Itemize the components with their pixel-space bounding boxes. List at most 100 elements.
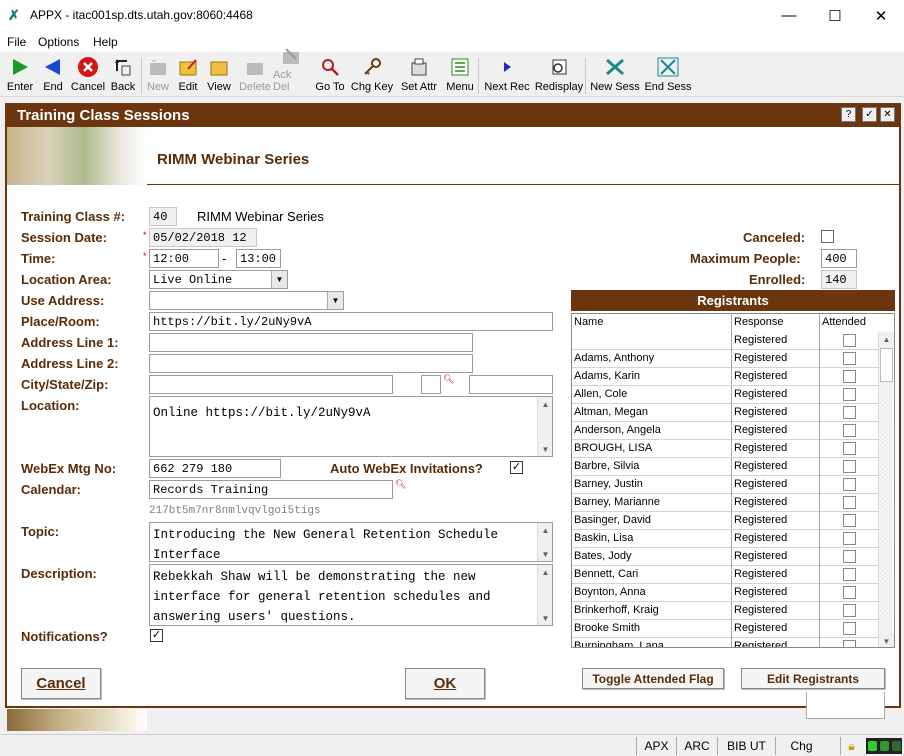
attended-checkbox[interactable]	[843, 604, 856, 617]
table-row[interactable]: Anderson, Angela Registered	[572, 422, 878, 440]
use-address-select[interactable]: ▼	[149, 291, 344, 310]
table-row[interactable]: Bennett, Cari Registered	[572, 566, 878, 584]
toolbar-back-button[interactable]: Back	[108, 54, 138, 96]
table-row[interactable]: Barney, Marianne Registered	[572, 494, 878, 512]
table-row[interactable]: Allen, Cole Registered	[572, 386, 878, 404]
table-row[interactable]: Brooke Smith Registered	[572, 620, 878, 638]
attended-checkbox[interactable]	[843, 442, 856, 455]
attended-checkbox[interactable]	[843, 370, 856, 383]
time-from-input[interactable]: 12:00	[149, 249, 219, 268]
toolbar-new-sess-button[interactable]: New Sess	[589, 54, 641, 96]
toolbar-view-button[interactable]: View	[205, 54, 233, 96]
description-scrollbar[interactable]: ▲ ▼	[537, 565, 552, 625]
table-row[interactable]: Barney, Justin Registered	[572, 476, 878, 494]
toolbar-end-button[interactable]: End	[38, 54, 68, 96]
notifications-checkbox[interactable]: ✓	[150, 629, 163, 642]
location-area-select[interactable]: Live Online ▼	[149, 270, 288, 289]
column-header-attended[interactable]: Attended	[820, 314, 878, 332]
attended-checkbox[interactable]	[843, 622, 856, 635]
scroll-down-icon[interactable]: ▼	[538, 611, 553, 625]
attended-checkbox[interactable]	[843, 406, 856, 419]
toolbar-delete-button[interactable]: Delete	[237, 54, 273, 96]
attended-checkbox[interactable]	[843, 640, 856, 647]
attended-checkbox[interactable]	[843, 532, 856, 545]
description-textarea[interactable]: Rebekkah Shaw will be demonstrating the …	[149, 564, 553, 626]
attended-checkbox[interactable]	[843, 496, 856, 509]
max-people-input[interactable]: 400	[821, 249, 857, 268]
menu-options[interactable]: Options	[38, 35, 79, 49]
table-row[interactable]: Burningham, Lana Registered	[572, 638, 878, 647]
topic-textarea[interactable]: Introducing the New General Retention Sc…	[149, 522, 553, 562]
auto-webex-checkbox[interactable]: ✓	[510, 461, 523, 474]
close-form-button[interactable]: ✕	[880, 107, 895, 122]
webex-input[interactable]: 662 279 180	[149, 459, 281, 478]
toolbar-set-attr-button[interactable]: Set Attr	[396, 54, 442, 96]
ok-button[interactable]: OK	[405, 668, 485, 699]
scroll-down-icon[interactable]: ▼	[538, 442, 553, 456]
scroll-thumb[interactable]	[880, 348, 893, 382]
cancel-button[interactable]: Cancel	[21, 668, 101, 699]
zip-input[interactable]	[469, 375, 553, 394]
attended-checkbox[interactable]	[843, 424, 856, 437]
attended-checkbox[interactable]	[843, 460, 856, 473]
location-textarea[interactable]: Online https://bit.ly/2uNy9vA	[149, 396, 553, 457]
toolbar-redisplay-button[interactable]: Redisplay	[533, 54, 585, 96]
place-room-input[interactable]: https://bit.ly/2uNy9vA	[149, 312, 553, 331]
toolbar-edit-button[interactable]: Edit	[175, 54, 201, 96]
menu-help[interactable]: Help	[93, 35, 118, 49]
toolbar-chg-key-button[interactable]: Chg Key	[349, 54, 395, 96]
table-row[interactable]: Basinger, David Registered	[572, 512, 878, 530]
toolbar-ack-del-button[interactable]: Ack Del	[273, 48, 309, 96]
attended-checkbox[interactable]	[843, 550, 856, 563]
table-row[interactable]: Adams, Anthony Registered	[572, 350, 878, 368]
table-row[interactable]: Brinkerhoff, Kraig Registered	[572, 602, 878, 620]
location-scrollbar[interactable]: ▲ ▼	[537, 397, 552, 456]
column-header-response[interactable]: Response	[732, 314, 820, 332]
search-icon[interactable]: 🔍︎	[443, 374, 454, 385]
toolbar-menu-button[interactable]: Menu	[445, 54, 475, 96]
state-input[interactable]	[421, 375, 441, 394]
scroll-up-icon[interactable]: ▲	[879, 332, 894, 346]
attended-checkbox[interactable]	[843, 514, 856, 527]
topic-scrollbar[interactable]: ▲ ▼	[537, 523, 552, 561]
attended-checkbox[interactable]	[843, 568, 856, 581]
table-row[interactable]: Bates, Jody Registered	[572, 548, 878, 566]
table-row[interactable]: Boynton, Anna Registered	[572, 584, 878, 602]
canceled-checkbox[interactable]	[821, 230, 834, 243]
city-input[interactable]	[149, 375, 393, 394]
scroll-up-icon[interactable]: ▲	[538, 565, 553, 579]
attended-checkbox[interactable]	[843, 334, 856, 347]
search-icon[interactable]: 🔍︎	[395, 479, 406, 490]
table-row[interactable]: Barbre, Silvia Registered	[572, 458, 878, 476]
table-row[interactable]: Registered	[572, 332, 878, 350]
time-to-input[interactable]: 13:00	[236, 249, 281, 268]
toolbar-enter-button[interactable]: Enter	[4, 54, 36, 96]
edit-registrants-button[interactable]: Edit Registrants	[741, 668, 885, 689]
address2-input[interactable]	[149, 354, 473, 373]
scroll-up-icon[interactable]: ▲	[538, 523, 553, 537]
menu-file[interactable]: File	[7, 35, 26, 49]
table-row[interactable]: BROUGH, LISA Registered	[572, 440, 878, 458]
scroll-up-icon[interactable]: ▲	[538, 397, 553, 411]
attended-checkbox[interactable]	[843, 478, 856, 491]
scroll-down-icon[interactable]: ▼	[879, 634, 894, 647]
minimize-button[interactable]: —	[766, 0, 812, 31]
attended-checkbox[interactable]	[843, 388, 856, 401]
toolbar-next-rec-button[interactable]: Next Rec	[482, 54, 532, 96]
toolbar-cancel-button[interactable]: Cancel	[70, 54, 106, 96]
address1-input[interactable]	[149, 333, 473, 352]
column-header-name[interactable]: Name	[572, 314, 732, 332]
attended-checkbox[interactable]	[843, 352, 856, 365]
registrants-scrollbar[interactable]: ▲ ▼	[878, 332, 894, 647]
table-row[interactable]: Adams, Karin Registered	[572, 368, 878, 386]
close-window-button[interactable]: ✕	[858, 0, 904, 31]
toolbar-new-button[interactable]: New	[144, 54, 172, 96]
help-button[interactable]: ?	[841, 107, 856, 122]
calendar-input[interactable]: Records Training	[149, 480, 393, 499]
table-row[interactable]: Altman, Megan Registered	[572, 404, 878, 422]
scroll-down-icon[interactable]: ▼	[538, 547, 553, 561]
table-row[interactable]: Baskin, Lisa Registered	[572, 530, 878, 548]
confirm-button[interactable]: ✓	[862, 107, 877, 122]
toolbar-end-sess-button[interactable]: End Sess	[643, 54, 693, 96]
maximize-button[interactable]: ☐	[812, 0, 858, 31]
